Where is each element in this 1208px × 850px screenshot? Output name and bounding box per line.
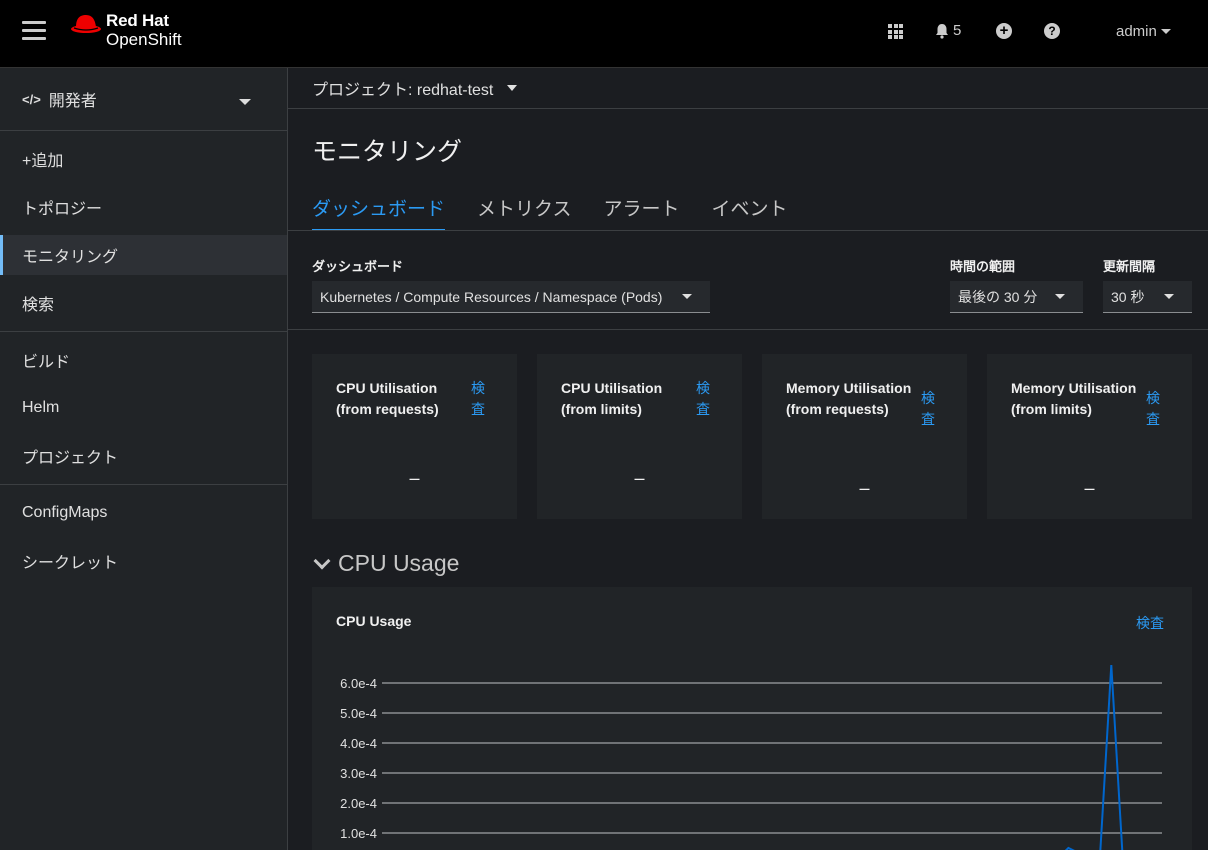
tab-events[interactable]: イベント: [711, 194, 787, 231]
caret-down-icon: [682, 294, 692, 299]
tab-metrics[interactable]: メトリクス: [477, 194, 571, 231]
perspective-switcher[interactable]: </> 開発者: [0, 68, 287, 131]
y-tick-label: 2.0e-4: [340, 796, 377, 811]
sidebar-item-helm[interactable]: Helm: [0, 388, 287, 428]
inspect-link[interactable]: 検査: [471, 378, 487, 420]
card-title: CPU Utilisation (from limits): [561, 380, 663, 417]
main-content: プロジェクト: redhat-test モニタリング ダッシュボード メトリクス…: [288, 68, 1208, 850]
card-cpu-requests: CPU Utilisation (from requests) 検査 –: [312, 354, 517, 519]
project-dropdown[interactable]: プロジェクト: redhat-test: [312, 76, 518, 100]
chart-card: 6.0e-4 5.0e-4 4.0e-4 3.0e-4 2.0e-4 1.0e-4 CPU…: [312, 587, 1192, 850]
filters-area: ダッシュボード Kubernetes / Compute Resources /…: [288, 231, 1208, 330]
user-name: admin: [1116, 23, 1157, 40]
add-icon[interactable]: +: [996, 23, 1012, 39]
section-cpu-usage-toggle[interactable]: CPU Usage: [313, 550, 460, 577]
y-tick-label: 5.0e-4: [340, 706, 377, 721]
sidebar-item-topology[interactable]: トポロジー: [0, 187, 287, 227]
sidebar-item-monitoring[interactable]: モニタリング: [0, 235, 287, 275]
sidebar-item-configmaps[interactable]: ConfigMaps: [0, 493, 287, 533]
masthead: Red Hat OpenShift 5 + ? admin: [0, 0, 1208, 68]
inspect-link[interactable]: 検査: [1146, 388, 1162, 430]
caret-down-icon: [1055, 294, 1065, 299]
card-title: Memory Utilisation (from limits): [1011, 380, 1137, 417]
section-title: CPU Usage: [338, 550, 460, 576]
user-menu[interactable]: admin: [1116, 23, 1171, 40]
dashboard-select-value: Kubernetes / Compute Resources / Namespa…: [320, 288, 663, 305]
y-tick-label: 4.0e-4: [340, 736, 377, 751]
time-range-select-value: 最後の 30 分: [958, 288, 1038, 305]
inspect-link[interactable]: 検査: [696, 378, 712, 420]
logo-line2: OpenShift: [106, 30, 182, 49]
card-cpu-limits: CPU Utilisation (from limits) 検査 –: [537, 354, 742, 519]
bell-icon: [936, 23, 948, 39]
refresh-interval-select[interactable]: 30 秒: [1103, 281, 1192, 313]
caret-down-icon: [1160, 29, 1171, 34]
caret-down-icon: [1164, 294, 1174, 299]
sidebar-item-project[interactable]: プロジェクト: [0, 436, 287, 476]
sidebar-item-add[interactable]: +追加: [0, 139, 287, 179]
time-range-select[interactable]: 最後の 30 分: [950, 281, 1083, 313]
card-value: –: [634, 468, 645, 488]
sidebar-item-search[interactable]: 検索: [0, 283, 287, 323]
redhat-openshift-logo[interactable]: Red Hat OpenShift: [70, 12, 182, 48]
page-title: モニタリング: [312, 138, 463, 166]
nav-group-3: ConfigMaps シークレット: [0, 485, 287, 589]
inspect-link[interactable]: 検査: [921, 388, 937, 430]
card-memory-limits: Memory Utilisation (from limits) 検査 –: [987, 354, 1192, 519]
cpu-usage-chart: 6.0e-4 5.0e-4 4.0e-4 3.0e-4 2.0e-4 1.0e-4: [340, 664, 1162, 850]
caret-down-icon: [507, 85, 518, 91]
logo-line1: Red Hat: [106, 11, 169, 30]
card-memory-requests: Memory Utilisation (from requests) 検査 –: [762, 354, 967, 519]
card-value: –: [1084, 478, 1095, 498]
card-value: –: [409, 468, 420, 488]
tab-alerts[interactable]: アラート: [603, 194, 679, 231]
project-bar: プロジェクト: redhat-test: [288, 68, 1208, 109]
card-title: Memory Utilisation (from requests): [786, 380, 912, 417]
sidebar-item-secrets[interactable]: シークレット: [0, 541, 287, 581]
dashboard-select[interactable]: Kubernetes / Compute Resources / Namespa…: [312, 281, 710, 313]
cards-row: CPU Utilisation (from requests) 検査 – CPU…: [312, 354, 1192, 519]
code-icon: </>: [22, 91, 41, 107]
time-range-label: 時間の範囲: [950, 259, 1016, 274]
sidebar-item-builds[interactable]: ビルド: [0, 340, 287, 380]
y-tick-label: 1.0e-4: [340, 826, 377, 841]
tabs: ダッシュボード メトリクス アラート イベント: [312, 194, 787, 231]
card-value: –: [859, 478, 870, 498]
perspective-label: 開発者: [48, 93, 97, 110]
tab-dashboard[interactable]: ダッシュボード: [312, 194, 446, 231]
notifications-button[interactable]: 5: [935, 22, 961, 39]
notification-count: 5: [953, 22, 962, 39]
hamburger-menu-icon[interactable]: [22, 21, 46, 41]
y-tick-label: 3.0e-4: [340, 766, 377, 781]
redhat-fedora-icon: [71, 15, 101, 33]
chevron-down-icon: [313, 552, 331, 569]
refresh-interval-label: 更新間隔: [1103, 259, 1156, 274]
refresh-interval-select-value: 30 秒: [1111, 288, 1145, 305]
y-tick-label: 6.0e-4: [340, 676, 377, 691]
sidebar: </> 開発者 +追加 トポロジー モニタリング 検索 ビルド Helm プロジ…: [0, 68, 288, 850]
chart-title: CPU Usage: [336, 613, 412, 629]
card-title: CPU Utilisation (from requests): [336, 380, 439, 417]
nav-group-2: ビルド Helm プロジェクト: [0, 332, 287, 485]
nav-group-1: +追加 トポロジー モニタリング 検索: [0, 131, 287, 332]
inspect-link[interactable]: 検査: [1136, 613, 1164, 633]
help-icon[interactable]: ?: [1044, 23, 1060, 39]
app-launcher-icon[interactable]: [888, 24, 903, 39]
project-label: プロジェクト: redhat-test: [312, 82, 494, 99]
series-line: [1064, 664, 1124, 850]
dashboard-label: ダッシュボード: [312, 259, 404, 274]
caret-down-icon: [239, 99, 251, 105]
